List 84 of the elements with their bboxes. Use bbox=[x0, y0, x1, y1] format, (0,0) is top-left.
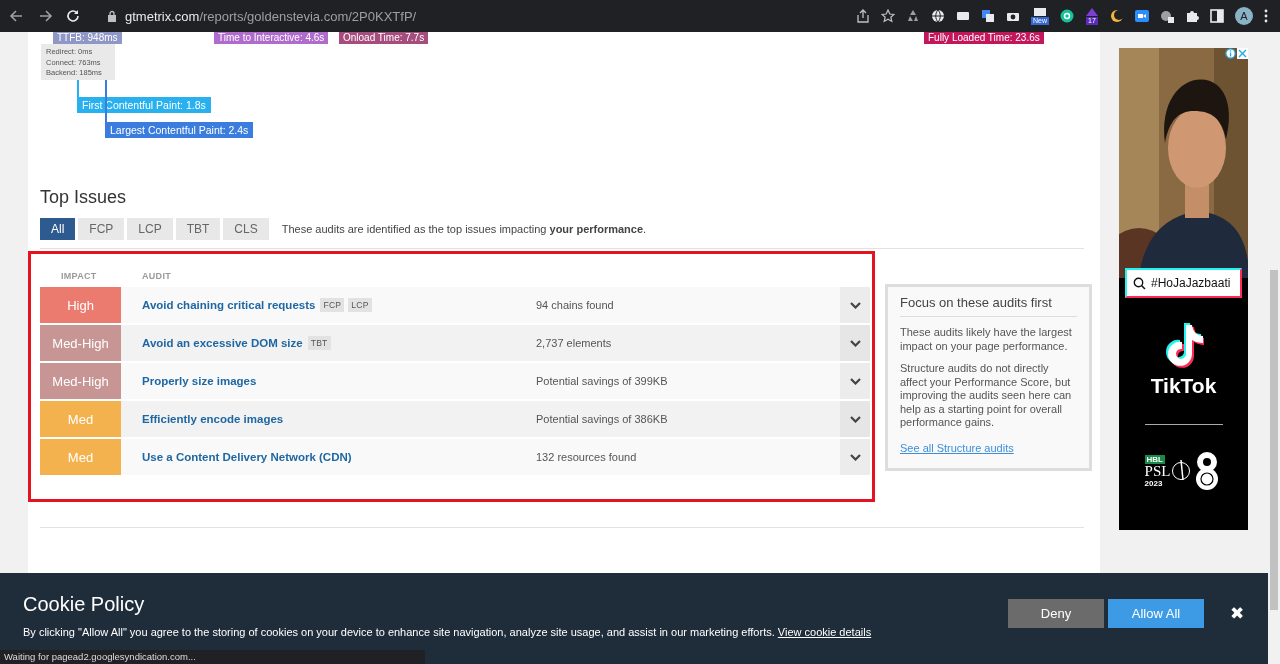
chevron-down-icon[interactable] bbox=[849, 339, 861, 347]
extension-icon[interactable] bbox=[1033, 7, 1047, 17]
grammar-icon[interactable] bbox=[1060, 9, 1074, 23]
audit-link[interactable]: Avoid chaining critical requests bbox=[142, 299, 316, 311]
filter-tab[interactable]: LCP bbox=[127, 218, 173, 240]
audit-detail: Potential savings of 399KB bbox=[536, 375, 669, 387]
scrollbar-thumb[interactable] bbox=[1270, 270, 1278, 610]
screen-icon[interactable] bbox=[956, 9, 970, 23]
metric-tag: TBT bbox=[307, 336, 331, 350]
chevron-down-icon[interactable] bbox=[849, 377, 861, 385]
audit-detail: 132 resources found bbox=[536, 451, 638, 463]
column-header: AUDIT bbox=[142, 270, 171, 281]
extension-icon[interactable] bbox=[1160, 9, 1174, 23]
music-note-icon bbox=[1163, 322, 1204, 368]
impact-badge: Med-High bbox=[40, 325, 121, 361]
status-bar: Waiting for pagead2.googlesyndication.com... bbox=[0, 650, 425, 664]
search-icon bbox=[1133, 276, 1146, 290]
side-panel-icon[interactable] bbox=[1210, 9, 1224, 23]
cookie-details-link[interactable]: View cookie details bbox=[777, 626, 872, 638]
paint-marker: First Contentful Paint: 1.8s bbox=[77, 97, 211, 113]
audit-link[interactable]: Properly size images bbox=[142, 375, 257, 387]
timeline-marker: Fully Loaded Time: 23.6s bbox=[924, 32, 1044, 44]
translate-icon[interactable] bbox=[981, 9, 995, 23]
description-text: These audits are identified as the top issues impacting your performance. bbox=[281, 223, 647, 235]
star-icon[interactable] bbox=[881, 9, 895, 23]
structure-audits-link[interactable]: See all Structure audits bbox=[900, 441, 1014, 454]
reload-icon[interactable] bbox=[65, 8, 81, 24]
timeline-marker: Onload Time: 7.7s bbox=[339, 32, 429, 44]
section-title: Top Issues bbox=[40, 186, 128, 208]
league-name: PSL bbox=[1144, 463, 1171, 479]
audit-row[interactable]: High Avoid chaining critical requests FCP LCP 94 chains found bbox=[40, 287, 870, 323]
banner-title: Cookie Policy bbox=[23, 593, 146, 616]
brand-name: TikTok bbox=[1150, 374, 1217, 398]
connector-line bbox=[77, 80, 79, 97]
lock-icon bbox=[107, 10, 117, 22]
menu-icon[interactable] bbox=[1264, 9, 1268, 23]
audit-detail: Potential savings of 386KB bbox=[536, 413, 669, 425]
sponsor-label: HBL bbox=[1144, 454, 1165, 464]
banner-text: By clicking "Allow All" you agree to the storing of cookies on your device to enhance site navigation, analyze site usage, and assist in our marketing efforts. View cookie details bbox=[23, 626, 872, 638]
globe-icon[interactable] bbox=[931, 9, 945, 23]
timeline-marker: TTFB: 948ms bbox=[53, 32, 122, 44]
allow-button[interactable]: Allow All bbox=[1108, 599, 1204, 628]
share-icon[interactable] bbox=[856, 9, 870, 23]
impact-badge: Med bbox=[40, 439, 121, 475]
profile-avatar[interactable]: A bbox=[1235, 7, 1253, 25]
chevron-down-icon[interactable] bbox=[849, 301, 861, 309]
filter-tab[interactable]: All bbox=[40, 218, 76, 240]
audit-detail: 94 chains found bbox=[536, 299, 615, 311]
deny-button[interactable]: Deny bbox=[1008, 599, 1104, 628]
panel-title: Focus on these audits first bbox=[900, 295, 1077, 317]
audit-row[interactable]: Med Use a Content Delivery Network (CDN) 132 resources found bbox=[40, 439, 870, 475]
puzzle-icon[interactable] bbox=[1185, 9, 1199, 23]
audit-row[interactable]: Med-High Properly size images Potential savings of 399KB bbox=[40, 363, 870, 399]
filter-tab[interactable]: TBT bbox=[175, 218, 221, 240]
moon-icon[interactable] bbox=[1110, 9, 1124, 23]
impact-badge: Med-High bbox=[40, 363, 121, 399]
close-button[interactable]: ✖ bbox=[1230, 603, 1244, 624]
metric-tag: FCP bbox=[320, 298, 345, 312]
back-icon[interactable] bbox=[9, 8, 25, 24]
impact-badge: Med bbox=[40, 401, 121, 437]
audit-detail: 2,737 elements bbox=[536, 337, 613, 349]
audit-link[interactable]: Avoid an excessive DOM size bbox=[142, 337, 303, 349]
metric-tag: LCP bbox=[348, 298, 372, 312]
panel-text: Structure audits do not directly affect your Performance Score, but improving the audits seen here can help as a starting point for overall performance gains. bbox=[900, 362, 1073, 430]
league-year: 2023 bbox=[1144, 478, 1164, 488]
timeline-marker: Time to Interactive: 4.6s bbox=[214, 32, 329, 44]
address-bar-url[interactable]: gtmetrix.com/reports/goldenstevia.com/2P0KXTfP/ bbox=[125, 8, 417, 24]
column-header: IMPACT bbox=[60, 270, 98, 281]
audit-link[interactable]: Efficiently encode images bbox=[142, 413, 284, 425]
panel-text: These audits likely have the largest impact on your page performance. bbox=[900, 326, 1073, 353]
info-icon[interactable] bbox=[1225, 48, 1236, 59]
video-icon[interactable] bbox=[1135, 9, 1149, 23]
audit-row[interactable]: Med-High Avoid an excessive DOM size TBT 2,737 elements bbox=[40, 325, 870, 361]
audit-link[interactable]: Use a Content Delivery Network (CDN) bbox=[142, 451, 352, 463]
hashtag-text: #HoJaJazbaati bbox=[1151, 276, 1231, 290]
connector-line bbox=[105, 80, 107, 122]
filter-tab[interactable]: CLS bbox=[223, 218, 269, 240]
chevron-down-icon[interactable] bbox=[849, 415, 861, 423]
filter-tab[interactable]: FCP bbox=[78, 218, 125, 240]
forward-icon[interactable] bbox=[37, 8, 53, 24]
paint-marker: Largest Contentful Paint: 2.4s bbox=[105, 122, 254, 138]
impact-badge: High bbox=[40, 287, 121, 323]
audit-row[interactable]: Med Efficiently encode images Potential savings of 386KB bbox=[40, 401, 870, 437]
chevron-down-icon[interactable] bbox=[849, 453, 861, 461]
